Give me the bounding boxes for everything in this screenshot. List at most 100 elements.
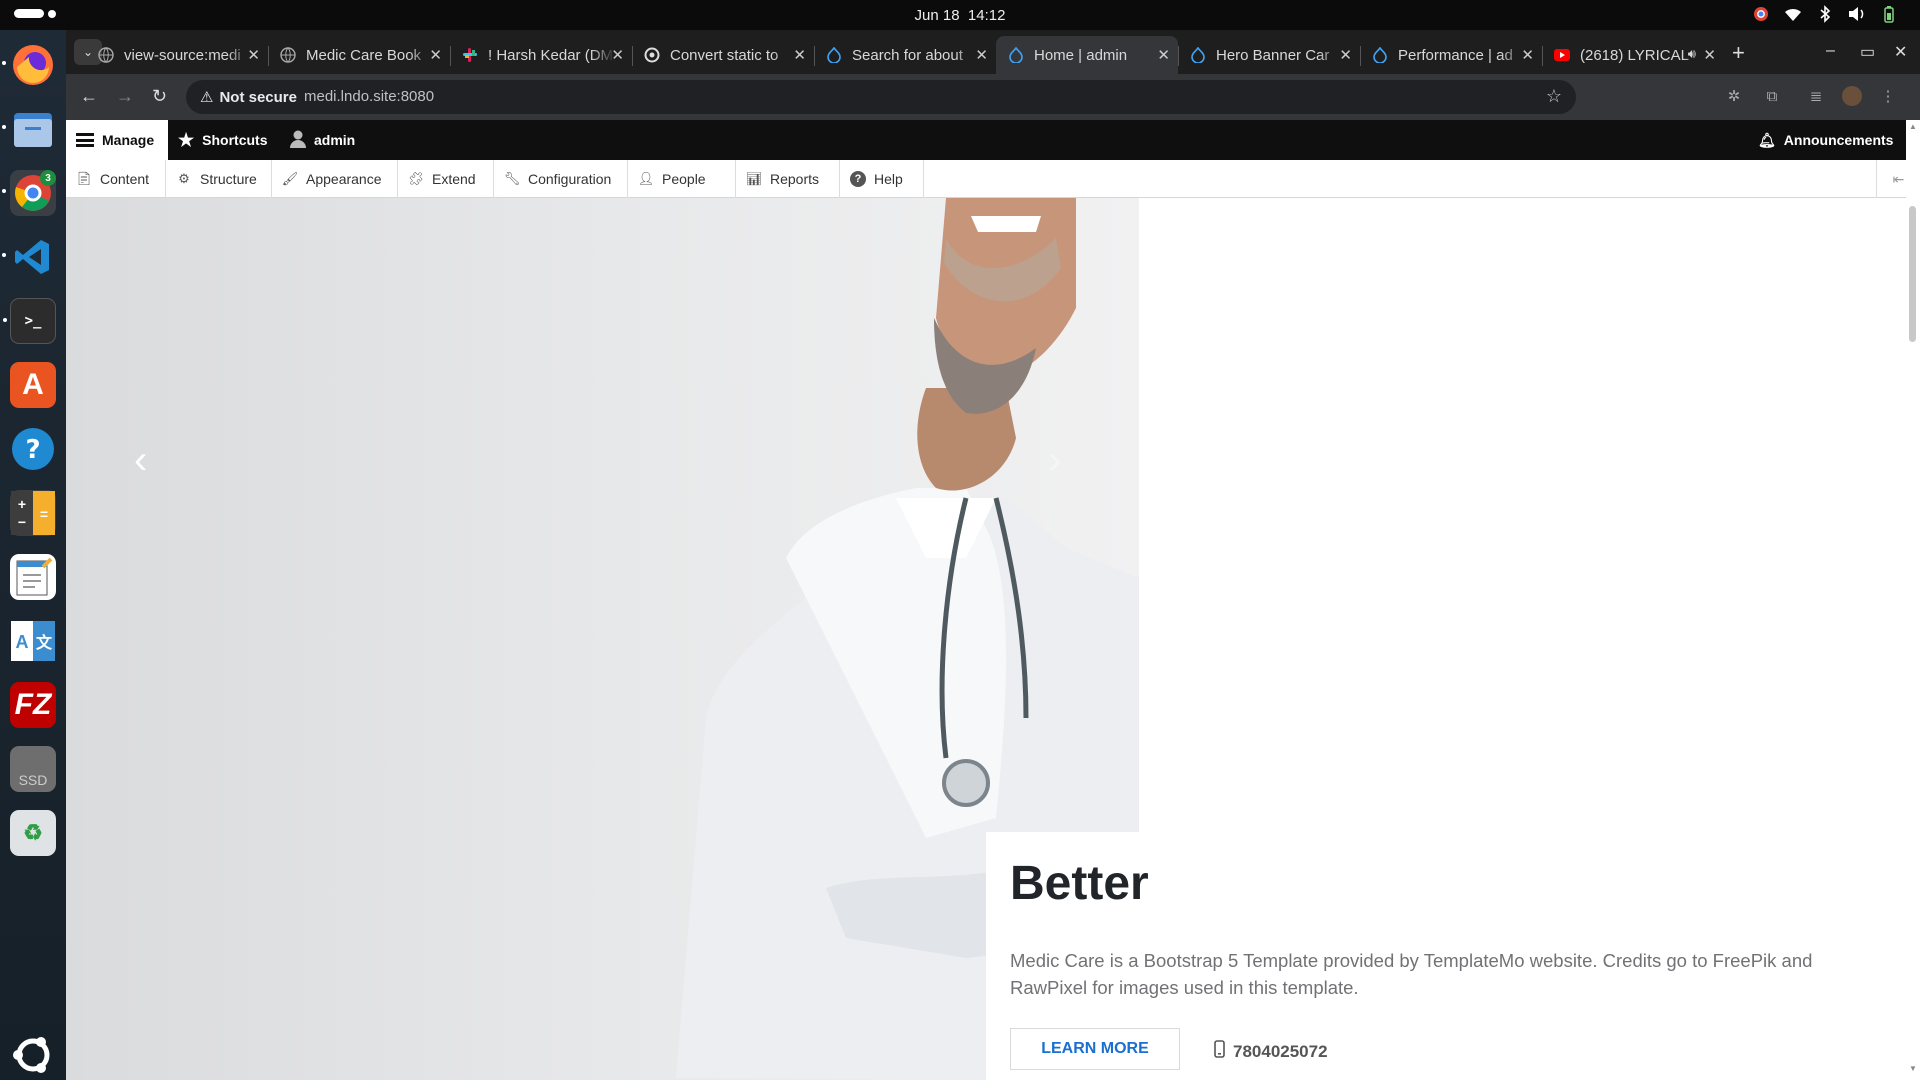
bug-extension-icon[interactable]: ✲ [1724,86,1744,106]
page-scrollbar[interactable]: ▲ ▼ [1906,120,1920,1080]
hero-carousel: ‹ › [66,198,1139,1080]
profile-avatar[interactable] [1842,86,1862,106]
tab-0[interactable]: view-source:medi ✕ [86,36,268,74]
close-tab-icon[interactable]: ✕ [1157,46,1170,64]
admin-menu-extend[interactable]: 🧩︎ Extend [398,160,494,198]
admin-menu-reports[interactable]: 📊︎ Reports [736,160,840,198]
extensions-puzzle-icon[interactable]: ⧉ [1762,86,1782,106]
warning-icon: ⚠ [200,89,214,106]
tab-6[interactable]: Hero Banner Car ✕ [1178,36,1360,74]
address-bar[interactable]: ⚠ Not secure medi.lndo.site:8080 ☆ [186,80,1576,114]
chrome-icon[interactable]: 3 [2,170,56,216]
svg-text:=: = [40,506,48,522]
tab-2[interactable]: ! Harsh Kedar (DM ✕ [450,36,632,74]
hero-caption: Better Medic Care is a Bootstrap 5 Templ… [986,832,1906,1080]
learn-more-button[interactable]: LEARN MORE [1010,1028,1180,1070]
tab-title: Convert static to [670,46,779,64]
vscode-icon[interactable] [2,234,56,280]
drupal-icon [826,47,842,63]
restore-button[interactable]: ▭ [1860,42,1875,62]
app-center-icon[interactable]: A [10,362,56,408]
phone-link[interactable]: 7804025072 [1214,1040,1328,1063]
svg-text:−: − [18,514,26,530]
content-icon: 📄︎ [75,171,93,186]
close-tab-icon[interactable]: ✕ [1339,46,1352,64]
ubuntu-apps-icon[interactable] [10,1032,56,1078]
scroll-down-icon[interactable]: ▼ [1909,1064,1917,1073]
tab-title: view-source:medi [124,46,241,64]
close-tab-icon[interactable]: ✕ [247,46,260,64]
url-text[interactable]: medi.lndo.site:8080 [304,88,434,105]
ssd-icon[interactable]: SSD [10,746,56,792]
translate-icon[interactable]: A文 [10,618,56,664]
trash-icon[interactable]: ♻ [10,810,56,856]
carousel-next-icon[interactable]: › [1048,438,1061,483]
ubuntu-dock: 3 >_ A ? + − = A文 FZ SSD ♻ [0,30,66,1080]
filezilla-icon[interactable]: FZ [10,682,56,728]
help-icon: ? [850,171,866,187]
help-icon[interactable]: ? [10,426,56,472]
close-tab-icon[interactable]: ✕ [975,46,988,64]
scrollbar-thumb[interactable] [1909,206,1916,342]
close-tab-icon[interactable]: ✕ [793,46,806,64]
back-button[interactable]: ← [80,86,98,107]
tab-title: Home | admin [1034,46,1128,64]
bookmark-star-icon[interactable]: ☆ [1546,86,1562,107]
text-editor-icon[interactable] [10,554,56,600]
tab-title: Medic Care Book [306,46,422,64]
phone-icon [1214,1040,1225,1063]
browser-toolbar: ← → ↻ ⚠ Not secure medi.lndo.site:8080 ☆ … [66,74,1920,120]
wifi-icon [1784,5,1802,23]
admin-menu-help[interactable]: ? Help [840,160,924,198]
files-icon[interactable] [2,106,56,152]
chrome-tray-icon [1752,5,1770,23]
tab-3[interactable]: Convert static to ✕ [632,36,814,74]
close-window-button[interactable]: ✕ [1894,42,1907,62]
forward-button[interactable]: → [116,86,134,107]
youtube-icon [1554,47,1570,63]
volume-icon [1848,5,1866,23]
tab-1[interactable]: Medic Care Book ✕ [268,36,450,74]
admin-menu-configuration[interactable]: 🔧︎ Configuration [494,160,628,198]
tab-title: Performance | ad [1398,46,1513,64]
manage-tab[interactable]: Manage [66,120,168,160]
drupal-toolbar: Manage ★ Shortcuts admin 🔔︎ Announcements [66,120,1920,160]
media-controls-icon[interactable]: ≣ [1806,86,1826,106]
admin-menu-label: Content [100,171,150,187]
calculator-icon[interactable]: + − = [10,490,56,536]
doctor-photo [676,198,1139,1080]
system-tray[interactable] [1752,5,1898,23]
admin-menu-people[interactable]: 👤︎ People [628,160,736,198]
tab-title: Search for about [852,46,963,64]
tab-7[interactable]: Performance | ad ✕ [1360,36,1542,74]
tab-active[interactable]: Home | admin ✕ [996,36,1178,74]
close-tab-icon[interactable]: ✕ [1521,46,1534,64]
tab-8[interactable]: (2618) LYRICAL 🔊︎ ✕ [1542,36,1724,74]
user-tab[interactable]: admin [290,120,355,160]
announcements-tab[interactable]: 🔔︎ Announcements [1758,120,1893,160]
terminal-icon[interactable]: >_ [3,298,56,344]
admin-menu-structure[interactable]: ⚙︎ Structure [166,160,272,198]
minimize-button[interactable]: – [1826,42,1835,60]
shortcuts-tab[interactable]: ★ Shortcuts [178,120,267,160]
chrome-menu-icon[interactable]: ⋮ [1878,86,1898,106]
system-top-bar: Jun 18 14:12 [0,0,1920,30]
hero-title: Better [1010,857,1149,910]
firefox-icon[interactable] [2,42,56,88]
close-tab-icon[interactable]: ✕ [1703,46,1716,64]
security-indicator[interactable]: ⚠ Not secure [200,88,297,107]
close-tab-icon[interactable]: ✕ [611,46,624,64]
scroll-up-icon[interactable]: ▲ [1909,122,1917,131]
close-tab-icon[interactable]: ✕ [429,46,442,64]
admin-menu-appearance[interactable]: 🖌︎ Appearance [272,160,398,198]
battery-icon [1880,5,1898,23]
admin-menu-content[interactable]: 📄︎ Content [66,160,166,198]
audio-playing-icon[interactable]: 🔊︎ [1688,46,1696,62]
reload-button[interactable]: ↻ [152,86,167,107]
system-clock[interactable]: Jun 18 14:12 [0,7,1920,24]
new-tab-button[interactable]: + [1732,40,1745,66]
drupal-icon [1190,47,1206,63]
admin-menu-label: Help [874,171,903,187]
tab-4[interactable]: Search for about ✕ [814,36,996,74]
carousel-prev-icon[interactable]: ‹ [134,438,147,483]
